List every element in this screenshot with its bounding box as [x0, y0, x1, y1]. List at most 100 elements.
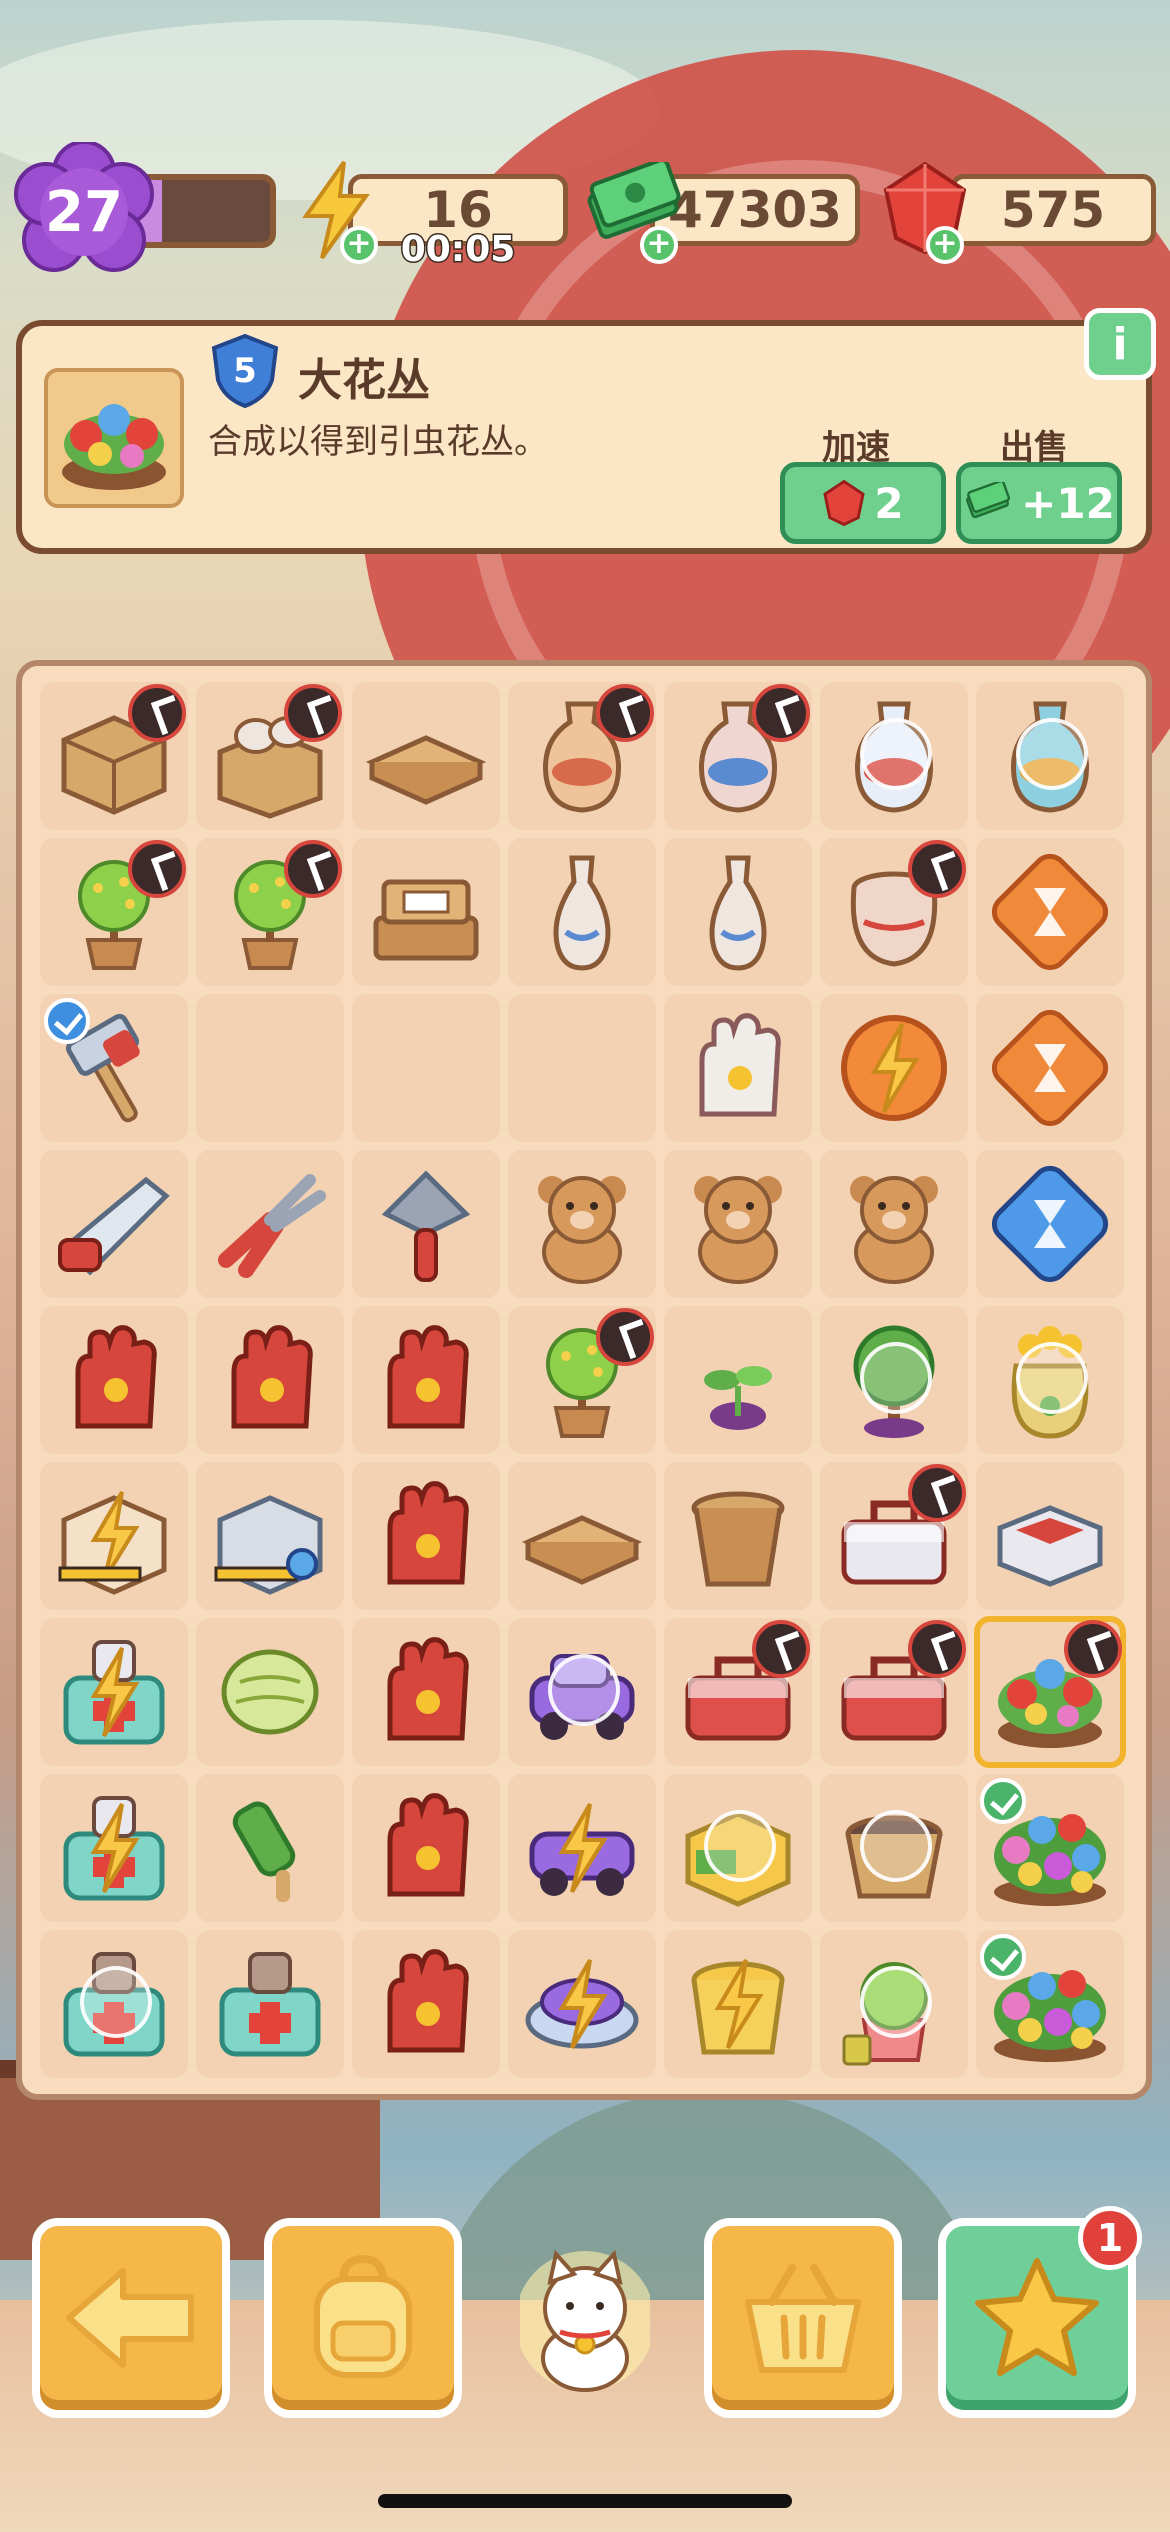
board-cell[interactable] — [40, 1150, 188, 1298]
cash-stack-icon — [966, 482, 1011, 519]
add-cash-button[interactable]: + — [640, 226, 678, 264]
board-cell[interactable] — [820, 1930, 968, 2078]
board-cell[interactable] — [352, 1774, 500, 1922]
sell-button[interactable]: +12 — [956, 462, 1122, 544]
red-glove-icon — [50, 1316, 178, 1444]
board-cell[interactable] — [976, 838, 1124, 986]
board-cell[interactable] — [196, 1774, 344, 1922]
board-cell[interactable] — [40, 994, 188, 1142]
add-energy-button[interactable]: + — [340, 226, 378, 264]
board-cell[interactable] — [976, 682, 1124, 830]
sprout-icon — [674, 1316, 802, 1444]
energy-timer: 00:05 — [399, 228, 517, 272]
board-cell[interactable] — [820, 1618, 968, 1766]
add-gems-button[interactable]: + — [926, 226, 964, 264]
timer-icon — [596, 1308, 654, 1366]
board-cell[interactable] — [976, 1462, 1124, 1610]
board-cell[interactable] — [820, 1774, 968, 1922]
board-cell[interactable] — [196, 994, 344, 1142]
board-cell[interactable] — [196, 1462, 344, 1610]
board-cell[interactable] — [352, 1150, 500, 1298]
bubble-icon — [1016, 1342, 1088, 1414]
level-badge[interactable]: 27 — [14, 142, 154, 282]
timer-icon — [752, 684, 810, 742]
board-cell[interactable] — [196, 1306, 344, 1454]
board-cell[interactable] — [352, 1462, 500, 1610]
board-cell[interactable] — [196, 1150, 344, 1298]
board-cell[interactable] — [664, 994, 812, 1142]
crate-stack-icon — [362, 848, 490, 976]
energy-counter[interactable]: 16 00:05 — [348, 174, 568, 272]
board-cell[interactable] — [664, 1306, 812, 1454]
board-cell[interactable] — [974, 1616, 1126, 1768]
board-cell[interactable] — [40, 1306, 188, 1454]
board-cell[interactable] — [196, 838, 344, 986]
board-cell[interactable] — [508, 838, 656, 986]
home-indicator[interactable] — [378, 2494, 792, 2508]
board-cell[interactable] — [664, 838, 812, 986]
red-glove-icon — [206, 1316, 334, 1444]
board-cell[interactable] — [664, 682, 812, 830]
board-cell[interactable] — [352, 838, 500, 986]
timer-icon — [284, 840, 342, 898]
board-cell[interactable] — [664, 1930, 812, 2078]
board-cell[interactable] — [820, 1462, 968, 1610]
board-cell[interactable] — [508, 1462, 656, 1610]
board-cell[interactable] — [508, 682, 656, 830]
board-cell[interactable] — [820, 682, 968, 830]
board-cell[interactable] — [40, 838, 188, 986]
lucky-cat-button[interactable] — [515, 2246, 655, 2396]
board-cell[interactable] — [976, 1306, 1124, 1454]
board-cell[interactable] — [352, 1930, 500, 2078]
board-cell[interactable] — [40, 1930, 188, 2078]
bubble-icon — [548, 1654, 620, 1726]
board-cell[interactable] — [352, 994, 500, 1142]
board-cell[interactable] — [976, 1930, 1124, 2078]
board-cell[interactable] — [508, 1774, 656, 1922]
board-cell[interactable] — [196, 1618, 344, 1766]
board-cell[interactable] — [508, 1306, 656, 1454]
speedup-button[interactable]: 2 — [780, 462, 946, 544]
board-cell[interactable] — [664, 1774, 812, 1922]
board-cell[interactable] — [820, 1150, 968, 1298]
board-cell[interactable] — [508, 1150, 656, 1298]
board-cell[interactable] — [976, 994, 1124, 1142]
cash-value: 47303 — [668, 181, 842, 239]
timer-icon — [596, 684, 654, 742]
basket-icon — [745, 2264, 861, 2373]
board-cell[interactable] — [508, 1930, 656, 2078]
board-cell[interactable] — [40, 1774, 188, 1922]
ruby-icon — [823, 479, 866, 527]
red-glove-icon — [362, 1628, 490, 1756]
board-cell[interactable] — [508, 994, 656, 1142]
slim-vase-icon — [518, 848, 646, 976]
tasks-star-button[interactable]: 1 — [938, 2206, 1142, 2418]
board-cell[interactable] — [352, 1306, 500, 1454]
board-cell[interactable] — [820, 1306, 968, 1454]
board-cell[interactable] — [664, 1150, 812, 1298]
shop-basket-button[interactable] — [704, 2218, 902, 2418]
info-button[interactable]: i — [1084, 308, 1156, 380]
tier-shield: 5 — [210, 334, 280, 408]
board-cell[interactable] — [820, 994, 968, 1142]
hourglass-blue-icon — [986, 1160, 1114, 1288]
board-cell[interactable] — [352, 682, 500, 830]
board-cell[interactable] — [40, 682, 188, 830]
board-cell[interactable] — [976, 1774, 1124, 1922]
melon-icon — [206, 1628, 334, 1756]
board-cell[interactable] — [664, 1462, 812, 1610]
board-cell[interactable] — [40, 1462, 188, 1610]
hourglass-orange-icon — [986, 1004, 1114, 1132]
board-cell[interactable] — [820, 838, 968, 986]
board-cell[interactable] — [352, 1618, 500, 1766]
backpack-button[interactable] — [264, 2218, 462, 2418]
board-cell[interactable] — [508, 1618, 656, 1766]
board-cell[interactable] — [196, 682, 344, 830]
back-button[interactable] — [32, 2218, 230, 2418]
board-cell[interactable] — [976, 1150, 1124, 1298]
board-cell[interactable] — [40, 1618, 188, 1766]
red-glove-icon — [362, 1784, 490, 1912]
board-cell[interactable] — [196, 1930, 344, 2078]
gem-counter[interactable]: 575 — [950, 174, 1156, 246]
board-cell[interactable] — [664, 1618, 812, 1766]
